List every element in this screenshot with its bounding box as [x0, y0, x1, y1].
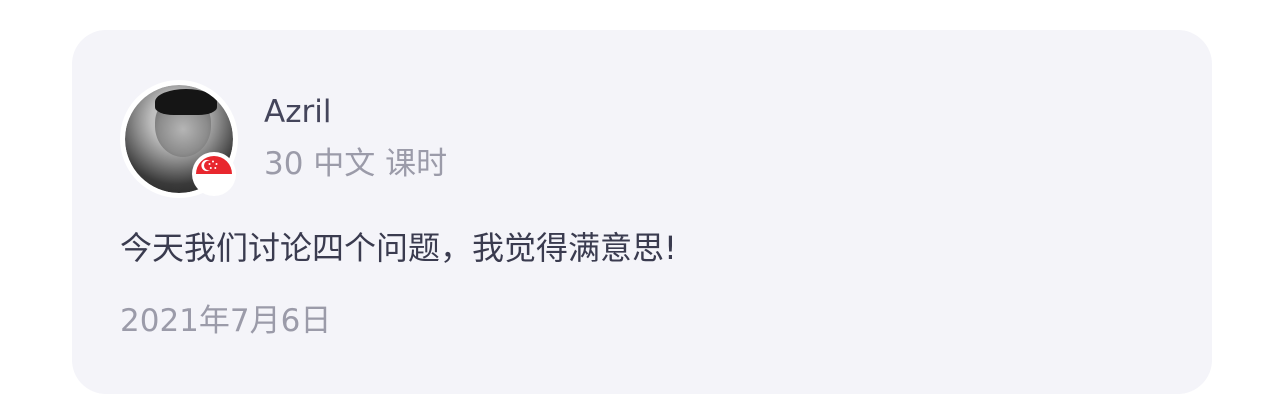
review-card: Azril 30 中文 课时 今天我们讨论四个问题，我觉得满意思! 2021年7…: [72, 30, 1212, 394]
review-text: 今天我们讨论四个问题，我觉得满意思!: [120, 229, 677, 267]
flag-graphic: [196, 156, 232, 192]
avatar[interactable]: [120, 80, 238, 198]
review-date: 2021年7月6日: [120, 303, 332, 339]
lesson-count: 30 中文 课时: [264, 146, 448, 182]
singapore-flag-icon: [192, 152, 236, 196]
user-name[interactable]: Azril: [264, 92, 331, 132]
